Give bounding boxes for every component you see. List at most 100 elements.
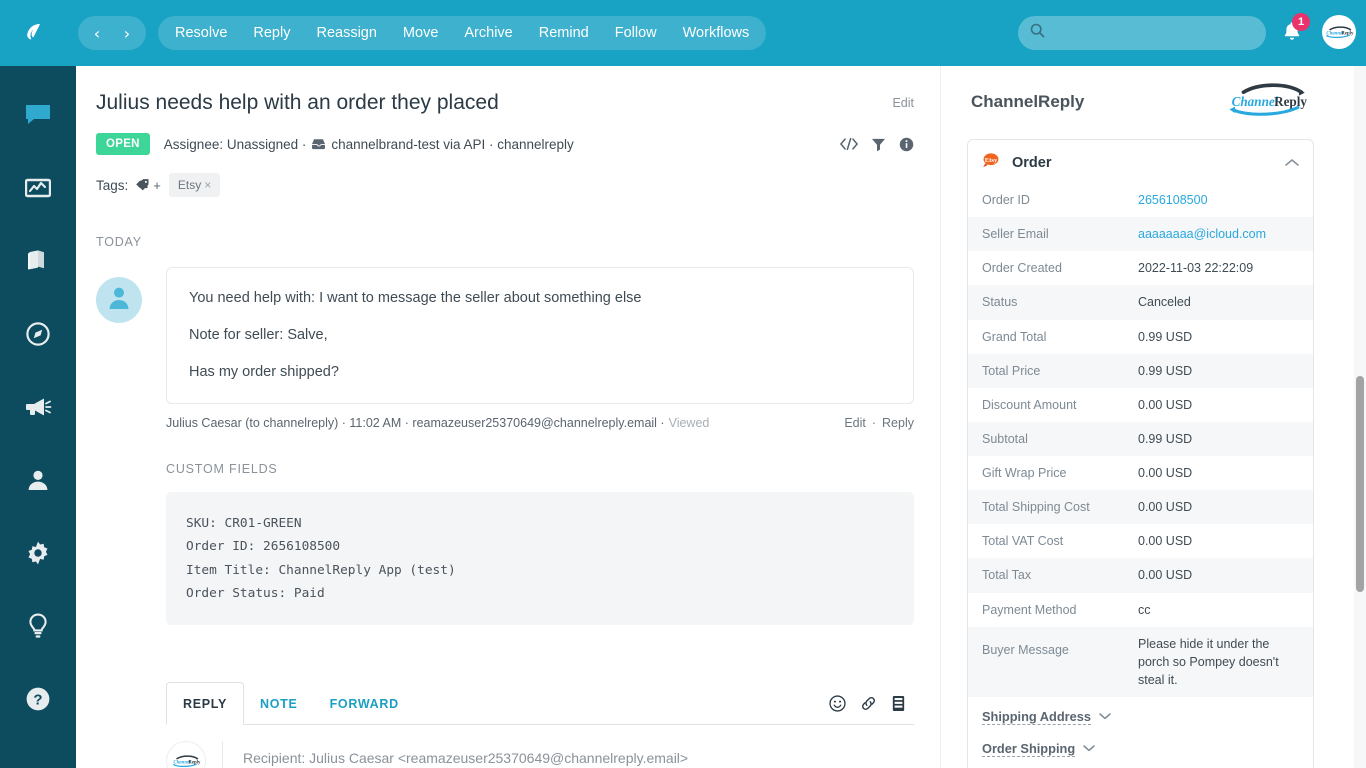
nav-arrows: ‹ ›: [78, 16, 146, 50]
chat-bubble-icon: [25, 103, 51, 132]
filter-icon[interactable]: [871, 137, 886, 152]
row-value: 0.00 USD: [1138, 466, 1193, 480]
question-circle-icon: ?: [25, 686, 51, 717]
tag-label: Etsy: [177, 178, 202, 193]
row-value: Please hide it under the porch so Pompey…: [1138, 636, 1279, 687]
custom-fields-label: CUSTOM FIELDS: [166, 462, 278, 477]
user-avatar[interactable]: Channel Reply: [1322, 15, 1356, 49]
chevron-left-icon[interactable]: ‹: [82, 18, 112, 48]
remind-button[interactable]: Remind: [526, 19, 602, 47]
row-key: Subtotal: [982, 431, 1028, 446]
row-value: 0.00 USD: [1138, 568, 1193, 583]
notifications-button[interactable]: 1: [1282, 13, 1310, 47]
workflows-button[interactable]: Workflows: [670, 19, 763, 47]
tag-plus-icon[interactable]: +: [136, 178, 161, 193]
response-template-icon[interactable]: [891, 695, 906, 712]
chevron-down-icon[interactable]: [1099, 711, 1111, 723]
move-button[interactable]: Move: [390, 19, 451, 47]
custom-field-line: Order ID: 2656108500: [186, 539, 341, 555]
row-key: Order Created: [982, 261, 1062, 276]
sidebar-item-knowledge-base[interactable]: [15, 240, 61, 286]
message-viewed-status: Viewed: [668, 416, 710, 431]
seller-email-link[interactable]: aaaaaaaa@icloud.com: [1138, 227, 1266, 241]
assignee-label: Assignee: Unassigned ·: [163, 136, 307, 152]
search-input[interactable]: [1053, 25, 1253, 41]
follow-button[interactable]: Follow: [602, 19, 670, 47]
compass-slash-icon: [25, 321, 51, 352]
recipient-input[interactable]: Recipient: Julius Caesar <reamazeuser253…: [222, 741, 914, 768]
sidebar-item-campaigns[interactable]: [15, 386, 61, 432]
order-id-link[interactable]: 2656108500: [1138, 193, 1208, 207]
message-edit-link[interactable]: Edit: [844, 416, 866, 430]
chart-report-icon: [24, 177, 52, 204]
row-key: Total Tax: [982, 568, 1032, 583]
status-badge: OPEN: [96, 133, 150, 156]
message-line: You need help with: I want to message th…: [189, 290, 642, 307]
sidebar-item-status[interactable]: [15, 313, 61, 359]
info-icon[interactable]: [899, 137, 914, 152]
sidebar-item-contacts[interactable]: [15, 459, 61, 505]
reamaze-leaf-logo[interactable]: [0, 0, 66, 66]
order-shipping-expander[interactable]: Order Shipping: [968, 729, 1313, 768]
row-value: 0.00 USD: [1138, 397, 1193, 412]
row-key: Discount Amount: [982, 397, 1077, 412]
archive-button[interactable]: Archive: [451, 19, 525, 47]
message-bubble: You need help with: I want to message th…: [166, 267, 914, 405]
message-action-separator: ·: [871, 416, 877, 431]
row-key: Buyer Message: [982, 642, 1069, 657]
custom-field-line: SKU: CR01-GREEN: [186, 516, 302, 532]
reply-button[interactable]: Reply: [240, 19, 303, 47]
shipping-address-label[interactable]: Shipping Address: [982, 709, 1092, 725]
page-scrollbar-thumb[interactable]: [1356, 376, 1364, 592]
message-reply-link[interactable]: Reply: [882, 416, 914, 430]
attachment-link-icon[interactable]: [860, 695, 877, 712]
svg-text:Reply: Reply: [1274, 94, 1307, 109]
inbox-icon: [311, 137, 326, 152]
table-row: Status Canceled: [968, 285, 1313, 320]
table-row: Total Tax 0.00 USD: [968, 558, 1313, 593]
row-key: Order ID: [982, 193, 1030, 207]
tag-chip-etsy[interactable]: Etsy ×: [168, 173, 221, 198]
resolve-button[interactable]: Resolve: [162, 19, 240, 47]
tags-row: Tags: + Etsy ×: [96, 173, 914, 198]
chevron-down-icon[interactable]: [1083, 743, 1095, 755]
tab-reply[interactable]: REPLY: [166, 682, 245, 725]
tab-note[interactable]: NOTE: [244, 683, 314, 724]
sidebar-item-ideas[interactable]: [15, 605, 61, 651]
search-box[interactable]: [1018, 16, 1266, 50]
row-value: 0.00 USD: [1138, 500, 1193, 515]
order-shipping-label[interactable]: Order Shipping: [982, 741, 1076, 757]
ticket-meta-row: OPEN Assignee: Unassigned · channelbrand…: [96, 133, 914, 156]
tag-remove-icon[interactable]: ×: [204, 178, 211, 192]
reassign-button[interactable]: Reassign: [303, 19, 389, 47]
row-key: Grand Total: [982, 329, 1047, 344]
table-row: Subtotal 0.99 USD: [968, 421, 1313, 456]
row-value: cc: [1138, 602, 1151, 617]
emoji-icon[interactable]: [829, 694, 846, 712]
shipping-address-expander[interactable]: Shipping Address: [968, 697, 1313, 729]
edit-title-link[interactable]: Edit: [892, 90, 914, 110]
svg-text:Etsy: Etsy: [985, 157, 998, 164]
tab-forward[interactable]: FORWARD: [314, 683, 415, 724]
sidebar-item-conversations[interactable]: [15, 94, 61, 140]
gear-icon: [25, 540, 51, 571]
sidebar-item-settings[interactable]: [15, 532, 61, 578]
composer-tools: [829, 694, 914, 712]
row-key: Total Price: [982, 363, 1041, 378]
message-line: Has my order shipped?: [189, 363, 339, 380]
composer-body: Channel Reply Recipient: Julius Caesar <…: [166, 725, 914, 768]
row-key: Gift Wrap Price: [982, 466, 1067, 480]
composer-tabs: REPLY NOTE FORWARD: [166, 682, 914, 725]
sidebar-item-help[interactable]: ?: [15, 678, 61, 724]
chevron-right-icon[interactable]: ›: [112, 18, 142, 48]
code-view-icon[interactable]: [840, 137, 858, 151]
chevron-up-icon[interactable]: [1285, 158, 1299, 167]
page-scrollbar-track[interactable]: [1354, 66, 1366, 768]
table-row: Grand Total 0.99 USD: [968, 320, 1313, 354]
channel-label: channelbrand-test via API · channelreply: [331, 136, 574, 152]
sidebar-item-reports[interactable]: [15, 167, 61, 213]
order-card-header[interactable]: Etsy Order: [968, 140, 1313, 183]
page-title: Julius needs help with an order they pla…: [96, 91, 499, 114]
order-card: Etsy Order Order ID 2656108500 Seller Em…: [967, 139, 1314, 768]
reply-composer: REPLY NOTE FORWARD Channel Reply Recipie…: [166, 682, 914, 768]
